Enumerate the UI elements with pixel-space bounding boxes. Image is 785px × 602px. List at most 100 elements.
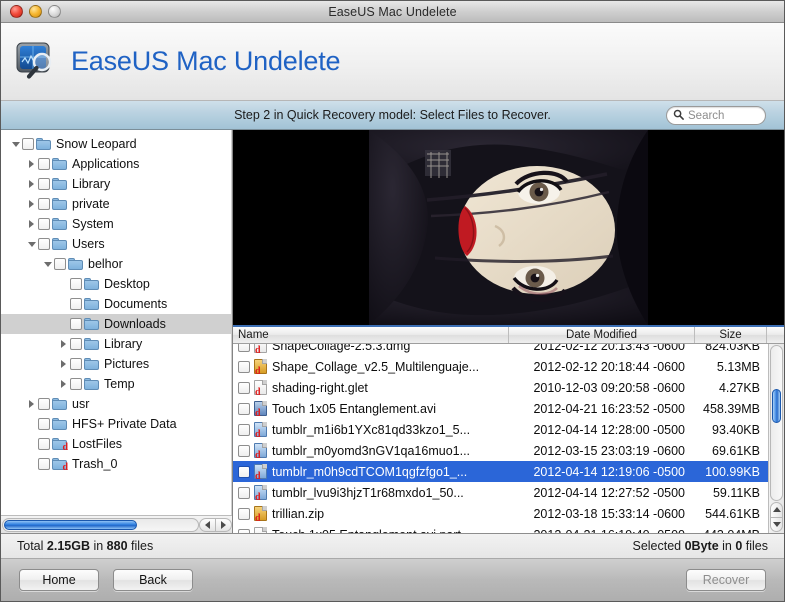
table-row[interactable]: d shading-right.glet 2010-12-03 09:20:58 -… <box>233 377 768 398</box>
row-checkbox[interactable] <box>238 423 250 436</box>
tree-item-downloads[interactable]: Downloads <box>1 314 231 334</box>
table-row[interactable]: d tumblr_m1i6b1YXc81qd33kzo1_5... 2012-04-… <box>233 419 768 440</box>
column-header-date-modified[interactable]: Date Modified <box>509 327 695 343</box>
cell-size: 4.27KB <box>718 380 760 395</box>
chevron-down-icon[interactable] <box>41 261 54 267</box>
table-row[interactable]: d Touch 1x05 Entanglement.avi.part 2012-04… <box>233 524 768 533</box>
tree-item-checkbox[interactable] <box>38 458 50 470</box>
table-row[interactable]: d tumblr_lvu9i3hjzT1r68mxdo1_50... 2012-04… <box>233 482 768 503</box>
home-button[interactable]: Home <box>19 569 99 591</box>
document-deleted-icon: d <box>254 380 267 395</box>
tree-item-checkbox[interactable] <box>38 218 50 230</box>
step-banner: Step 2 in Quick Recovery model: Select F… <box>1 101 784 130</box>
table-row[interactable]: d ShapeCollage-2.5.3.dmg 2012-02-12 20:13:… <box>233 344 768 356</box>
chevron-right-icon[interactable] <box>25 180 38 188</box>
tree-item-pictures[interactable]: Pictures <box>1 354 231 374</box>
chevron-right-icon[interactable] <box>25 200 38 208</box>
tree-item-label: HFS+ Private Data <box>72 417 177 431</box>
row-checkbox[interactable] <box>238 402 250 415</box>
row-checkbox[interactable] <box>238 344 250 352</box>
file-list-vertical-scrollbar[interactable] <box>768 344 784 533</box>
tree-item-users[interactable]: Users <box>1 234 231 254</box>
triangle-down-icon[interactable] <box>770 516 783 532</box>
back-button[interactable]: Back <box>113 569 193 591</box>
scroll-track[interactable] <box>2 517 199 532</box>
chevron-right-icon[interactable] <box>25 220 38 228</box>
tree-item-library[interactable]: Library <box>1 174 231 194</box>
row-checkbox[interactable] <box>238 465 250 478</box>
tree-item-temp[interactable]: Temp <box>1 374 231 394</box>
folder-icon <box>84 358 99 370</box>
tree-item-checkbox[interactable] <box>38 198 50 210</box>
table-row[interactable]: d trillian.zip 2012-03-18 15:33:14 -0600 54… <box>233 503 768 524</box>
scroll-arrows <box>770 502 783 532</box>
scroll-thumb[interactable] <box>772 389 781 423</box>
chevron-right-icon[interactable] <box>57 340 70 348</box>
tree-item-checkbox[interactable] <box>38 398 50 410</box>
folder-tree[interactable]: Snow Leopard Applications Library private Sy… <box>1 130 232 515</box>
sidebar-horizontal-scrollbar[interactable] <box>1 515 232 533</box>
file-rows-container[interactable]: d ShapeCollage-2.5.3.dmg 2012-02-12 20:13:… <box>233 344 768 533</box>
triangle-left-icon[interactable] <box>199 517 216 532</box>
tree-item-lostfiles[interactable]: LostFiles <box>1 434 231 454</box>
tree-item-checkbox[interactable] <box>38 178 50 190</box>
scroll-track[interactable] <box>770 345 783 501</box>
right-pane: Name Date Modified Size d ShapeCollage-2.… <box>233 130 784 533</box>
tree-item-usr[interactable]: usr <box>1 394 231 414</box>
status-bar: Total 2.15GB in 880 files Selected 0Byte… <box>1 533 784 559</box>
tree-item-trash-0[interactable]: Trash_0 <box>1 454 231 474</box>
folder-icon <box>52 158 67 170</box>
tree-item-checkbox[interactable] <box>70 318 82 330</box>
tree-item-checkbox[interactable] <box>70 298 82 310</box>
tree-item-label: Downloads <box>104 317 166 331</box>
table-row[interactable]: d Shape_Collage_v2.5_Multilenguaje... 2012… <box>233 356 768 377</box>
tree-item-belhor[interactable]: belhor <box>1 254 231 274</box>
chevron-right-icon[interactable] <box>57 380 70 388</box>
chevron-right-icon[interactable] <box>25 400 38 408</box>
tree-item-documents[interactable]: Documents <box>1 294 231 314</box>
tree-item-checkbox[interactable] <box>22 138 34 150</box>
row-checkbox[interactable] <box>238 360 250 373</box>
table-row[interactable]: d tumblr_m0h9cdTCOM1qgfzfgo1_... 2012-04-1… <box>233 461 768 482</box>
triangle-right-icon[interactable] <box>215 517 232 532</box>
chevron-right-icon[interactable] <box>57 360 70 368</box>
column-header-name[interactable]: Name <box>233 327 509 343</box>
recover-button[interactable]: Recover <box>686 569 766 591</box>
tree-item-checkbox[interactable] <box>38 158 50 170</box>
scroll-thumb[interactable] <box>4 519 137 530</box>
tree-item-checkbox[interactable] <box>70 338 82 350</box>
tree-item-checkbox[interactable] <box>70 358 82 370</box>
close-button[interactable] <box>10 5 23 18</box>
tree-item-hfs-private-data[interactable]: HFS+ Private Data <box>1 414 231 434</box>
tree-item-library[interactable]: Library <box>1 334 231 354</box>
zoom-button[interactable] <box>48 5 61 18</box>
table-row[interactable]: d Touch 1x05 Entanglement.avi 2012-04-21 1… <box>233 398 768 419</box>
tree-item-checkbox[interactable] <box>70 378 82 390</box>
tree-item-checkbox[interactable] <box>54 258 66 270</box>
tree-item-checkbox[interactable] <box>38 438 50 450</box>
tree-item-label: Library <box>104 337 143 351</box>
tree-item-applications[interactable]: Applications <box>1 154 231 174</box>
search-placeholder: Search <box>688 109 725 122</box>
chevron-right-icon[interactable] <box>25 160 38 168</box>
tree-item-checkbox[interactable] <box>70 278 82 290</box>
row-checkbox[interactable] <box>238 507 250 520</box>
row-checkbox[interactable] <box>238 486 250 499</box>
chevron-down-icon[interactable] <box>25 241 38 247</box>
chevron-down-icon[interactable] <box>9 141 22 147</box>
tree-item-private[interactable]: private <box>1 194 231 214</box>
tree-item-checkbox[interactable] <box>38 238 50 250</box>
table-row[interactable]: d tumblr_m0yomd3nGV1qa16muo1... 2012-03-15… <box>233 440 768 461</box>
column-header-size[interactable]: Size <box>695 327 767 343</box>
row-checkbox[interactable] <box>238 444 250 457</box>
preview-image <box>369 130 648 325</box>
tree-item-desktop[interactable]: Desktop <box>1 274 231 294</box>
row-checkbox[interactable] <box>238 381 250 394</box>
row-checkbox[interactable] <box>238 528 250 533</box>
minimize-button[interactable] <box>29 5 42 18</box>
tree-item-checkbox[interactable] <box>38 418 50 430</box>
triangle-up-icon[interactable] <box>770 502 783 518</box>
tree-item-snow-leopard[interactable]: Snow Leopard <box>1 134 231 154</box>
search-input[interactable]: Search <box>666 106 766 125</box>
tree-item-system[interactable]: System <box>1 214 231 234</box>
